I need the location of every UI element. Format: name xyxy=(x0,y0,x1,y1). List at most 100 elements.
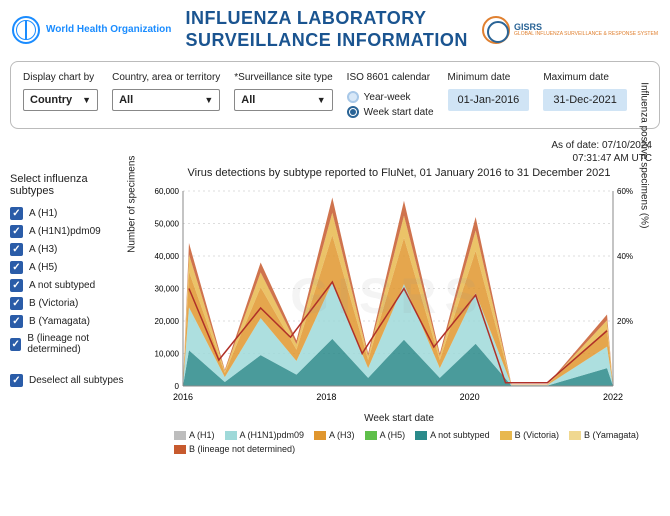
subtype-checkbox[interactable]: ✓ A not subtyped xyxy=(10,279,130,292)
subtype-label: B (Victoria) xyxy=(29,298,78,309)
chevron-down-icon: ▼ xyxy=(82,95,91,105)
svg-text:50,000: 50,000 xyxy=(155,220,180,229)
deselect-label: Deselect all subtypes xyxy=(29,375,124,386)
subtype-panel: Select influenza subtypes ✓A (H1)✓A (H1N… xyxy=(10,167,130,458)
country-label: Country, area or territory xyxy=(112,72,220,83)
svg-text:30,000: 30,000 xyxy=(155,285,180,294)
chevron-down-icon: ▼ xyxy=(317,95,326,105)
subtype-label: A (H1N1)pdm09 xyxy=(29,226,101,237)
svg-text:2018: 2018 xyxy=(316,392,336,402)
ctrl-max-date: Maximum date 31-Dec-2021 xyxy=(543,72,627,111)
checkbox-icon: ✓ xyxy=(10,261,23,274)
chart-svg[interactable]: 010,00020,00030,00040,00050,00060,000 20… xyxy=(138,181,638,411)
deselect-all[interactable]: ✓ Deselect all subtypes xyxy=(10,374,130,387)
country-select[interactable]: All ▼ xyxy=(112,89,220,111)
radio-label-1: Year-week xyxy=(364,92,411,103)
header: World Health Organization INFLUENZA LABO… xyxy=(0,0,670,55)
legend-item[interactable]: A (H3) xyxy=(314,430,355,440)
checkbox-icon: ✓ xyxy=(10,279,23,292)
y-axis-left-label: Number of specimens xyxy=(127,156,138,253)
legend-label: A (H5) xyxy=(380,430,406,440)
ctrl-display-by: Display chart by Country ▼ xyxy=(23,72,98,111)
subtype-checkbox[interactable]: ✓ A (H1N1)pdm09 xyxy=(10,225,130,238)
legend-item[interactable]: B (lineage not determined) xyxy=(174,444,295,454)
legend-item[interactable]: A (H1N1)pdm09 xyxy=(225,430,305,440)
subtype-checkbox[interactable]: ✓A (H5) xyxy=(10,261,130,274)
legend-label: A (H3) xyxy=(329,430,355,440)
checkbox-icon: ✓ xyxy=(10,338,21,351)
subtype-label: B (lineage not determined) xyxy=(27,333,130,355)
site-value: All xyxy=(241,94,255,106)
controls-bar: Display chart by Country ▼ Country, area… xyxy=(10,61,660,129)
legend-label: A (H1) xyxy=(189,430,215,440)
legend-swatch-icon xyxy=(174,445,186,454)
gisrs-logo: GISRS GLOBAL INFLUENZA SURVEILLANCE & RE… xyxy=(482,16,658,44)
svg-text:0: 0 xyxy=(175,382,180,391)
radio-label-2: Week start date xyxy=(364,107,434,118)
subtype-checkbox[interactable]: ✓ B (lineage not determined) xyxy=(10,333,130,355)
title-line-2: SURVEILLANCE INFORMATION xyxy=(186,30,468,52)
svg-text:2022: 2022 xyxy=(603,392,623,402)
subtype-checkbox[interactable]: ✓ A (H3) xyxy=(10,243,130,256)
min-date-input[interactable]: 01-Jan-2016 xyxy=(448,89,530,111)
legend-label: B (lineage not determined) xyxy=(189,444,295,454)
ctrl-iso: ISO 8601 calendar Year-week Week start d… xyxy=(347,72,434,118)
display-by-select[interactable]: Country ▼ xyxy=(23,89,98,111)
display-by-label: Display chart by xyxy=(23,72,98,83)
site-select[interactable]: All ▼ xyxy=(234,89,332,111)
radio-icon xyxy=(347,106,359,118)
subtype-heading: Select influenza subtypes xyxy=(10,173,130,197)
iso-label: ISO 8601 calendar xyxy=(347,72,434,83)
legend-swatch-icon xyxy=(569,431,581,440)
gisrs-sub: GLOBAL INFLUENZA SURVEILLANCE & RESPONSE… xyxy=(514,32,658,37)
subtype-checkbox[interactable]: ✓B (Yamagata) xyxy=(10,315,130,328)
svg-text:2020: 2020 xyxy=(460,392,480,402)
svg-text:60,000: 60,000 xyxy=(155,187,180,196)
subtype-label: B (Yamagata) xyxy=(29,316,90,327)
legend-label: B (Victoria) xyxy=(515,430,559,440)
as-of-date: As of date: 07/10/2024 xyxy=(18,139,652,152)
subtype-label: A not subtyped xyxy=(29,280,95,291)
who-text: World Health Organization xyxy=(46,24,171,35)
chart-area: Virus detections by subtype reported to … xyxy=(138,167,660,458)
title-line-1: INFLUENZA LABORATORY xyxy=(186,8,468,30)
legend-label: A (H1N1)pdm09 xyxy=(240,430,305,440)
checkbox-icon: ✓ xyxy=(10,225,23,238)
legend-item[interactable]: A (H5) xyxy=(365,430,406,440)
site-label: *Surveillance site type xyxy=(234,72,332,83)
min-date-label: Minimum date xyxy=(448,72,530,83)
who-logo: World Health Organization xyxy=(12,16,171,44)
checkbox-icon: ✓ xyxy=(10,243,23,256)
body-row: Select influenza subtypes ✓A (H1)✓A (H1N… xyxy=(0,167,670,464)
max-date-input[interactable]: 31-Dec-2021 xyxy=(543,89,627,111)
chevron-down-icon: ▼ xyxy=(204,95,213,105)
chart-title: Virus detections by subtype reported to … xyxy=(138,167,660,179)
svg-text:40%: 40% xyxy=(617,252,633,261)
ctrl-country: Country, area or territory All ▼ xyxy=(112,72,220,111)
legend-item[interactable]: A not subtyped xyxy=(415,430,490,440)
legend-swatch-icon xyxy=(500,431,512,440)
subtype-checkbox[interactable]: ✓A (H1) xyxy=(10,207,130,220)
country-value: All xyxy=(119,94,133,106)
legend-item[interactable]: B (Yamagata) xyxy=(569,430,639,440)
checkbox-icon: ✓ xyxy=(10,207,23,220)
svg-text:60%: 60% xyxy=(617,187,633,196)
legend-item[interactable]: B (Victoria) xyxy=(500,430,559,440)
legend-swatch-icon xyxy=(225,431,237,440)
x-axis-label: Week start date xyxy=(138,413,660,424)
radio-week-start[interactable]: Week start date xyxy=(347,106,434,118)
legend-item[interactable]: A (H1) xyxy=(174,430,215,440)
radio-year-week[interactable]: Year-week xyxy=(347,91,434,103)
subtype-label: A (H3) xyxy=(29,244,57,255)
checkbox-icon: ✓ xyxy=(10,374,23,387)
max-date-label: Maximum date xyxy=(543,72,627,83)
subtype-checkbox[interactable]: ✓B (Victoria) xyxy=(10,297,130,310)
svg-text:40,000: 40,000 xyxy=(155,252,180,261)
y-axis-right-label: Influenza positive specimens (%) xyxy=(639,82,650,228)
svg-text:20,000: 20,000 xyxy=(155,317,180,326)
who-emblem-icon xyxy=(12,16,40,44)
legend-swatch-icon xyxy=(314,431,326,440)
svg-text:2016: 2016 xyxy=(173,392,193,402)
legend-swatch-icon xyxy=(365,431,377,440)
as-of-time: 07:31:47 AM UTC xyxy=(18,152,652,165)
